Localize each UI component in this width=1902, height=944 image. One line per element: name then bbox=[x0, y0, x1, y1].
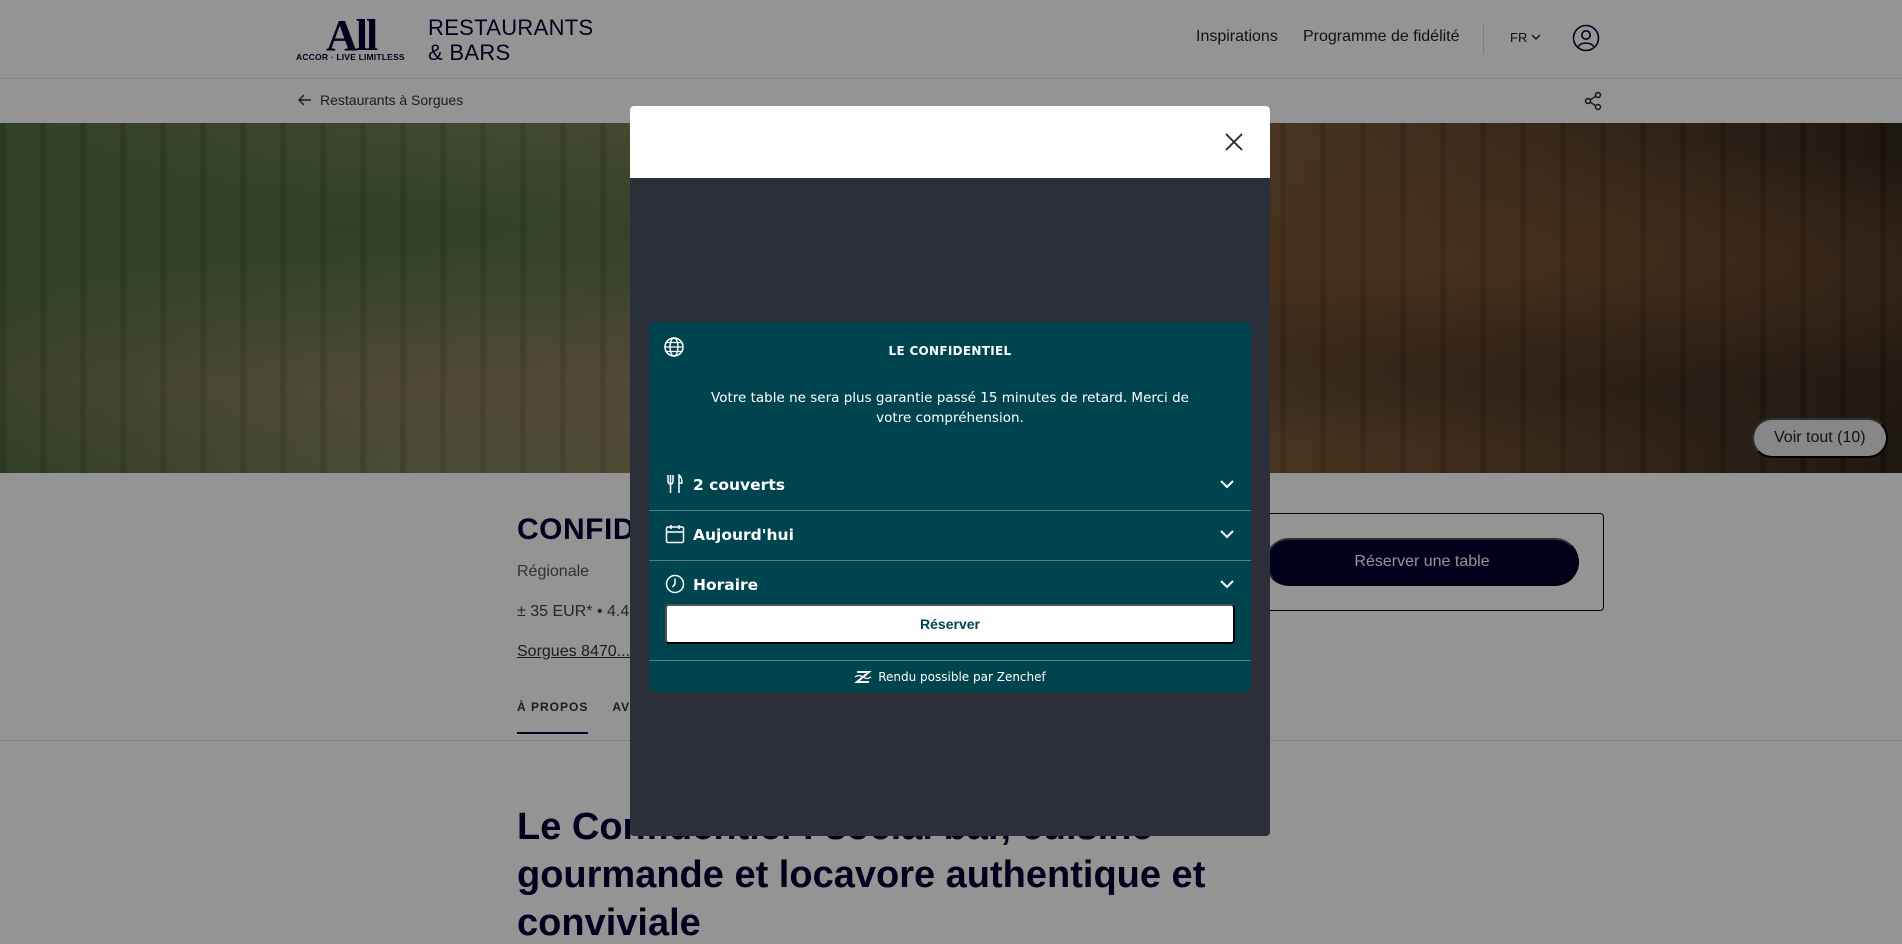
close-icon[interactable] bbox=[1222, 130, 1246, 154]
clock-icon bbox=[665, 574, 685, 594]
chevron-down-icon bbox=[1220, 480, 1234, 489]
time-selector[interactable]: Horaire bbox=[649, 560, 1251, 609]
chevron-down-icon bbox=[1220, 580, 1234, 589]
date-selector[interactable]: Aujourd'hui bbox=[649, 510, 1251, 559]
chevron-down-icon bbox=[1220, 530, 1234, 539]
cutlery-icon bbox=[667, 474, 683, 493]
date-label: Aujourd'hui bbox=[693, 525, 794, 544]
guests-label: 2 couverts bbox=[693, 475, 785, 494]
time-label: Horaire bbox=[693, 575, 759, 594]
modal-header bbox=[630, 106, 1270, 178]
booking-modal: LE CONFIDENTIEL Votre table ne sera plus… bbox=[630, 106, 1270, 836]
powered-by-label[interactable]: Rendu possible par Zenchef bbox=[878, 670, 1046, 684]
widget-footer: Rendu possible par Zenchef bbox=[649, 660, 1251, 692]
guests-selector[interactable]: 2 couverts bbox=[649, 460, 1251, 509]
widget-title: LE CONFIDENTIEL bbox=[888, 344, 1012, 358]
calendar-icon bbox=[665, 525, 685, 544]
late-arrival-notice: Votre table ne sera plus garantie passé … bbox=[711, 390, 1189, 426]
zenchef-booking-widget: LE CONFIDENTIEL Votre table ne sera plus… bbox=[649, 322, 1251, 692]
zenchef-logo-icon bbox=[854, 670, 872, 683]
reserve-button[interactable]: Réserver bbox=[665, 604, 1235, 644]
